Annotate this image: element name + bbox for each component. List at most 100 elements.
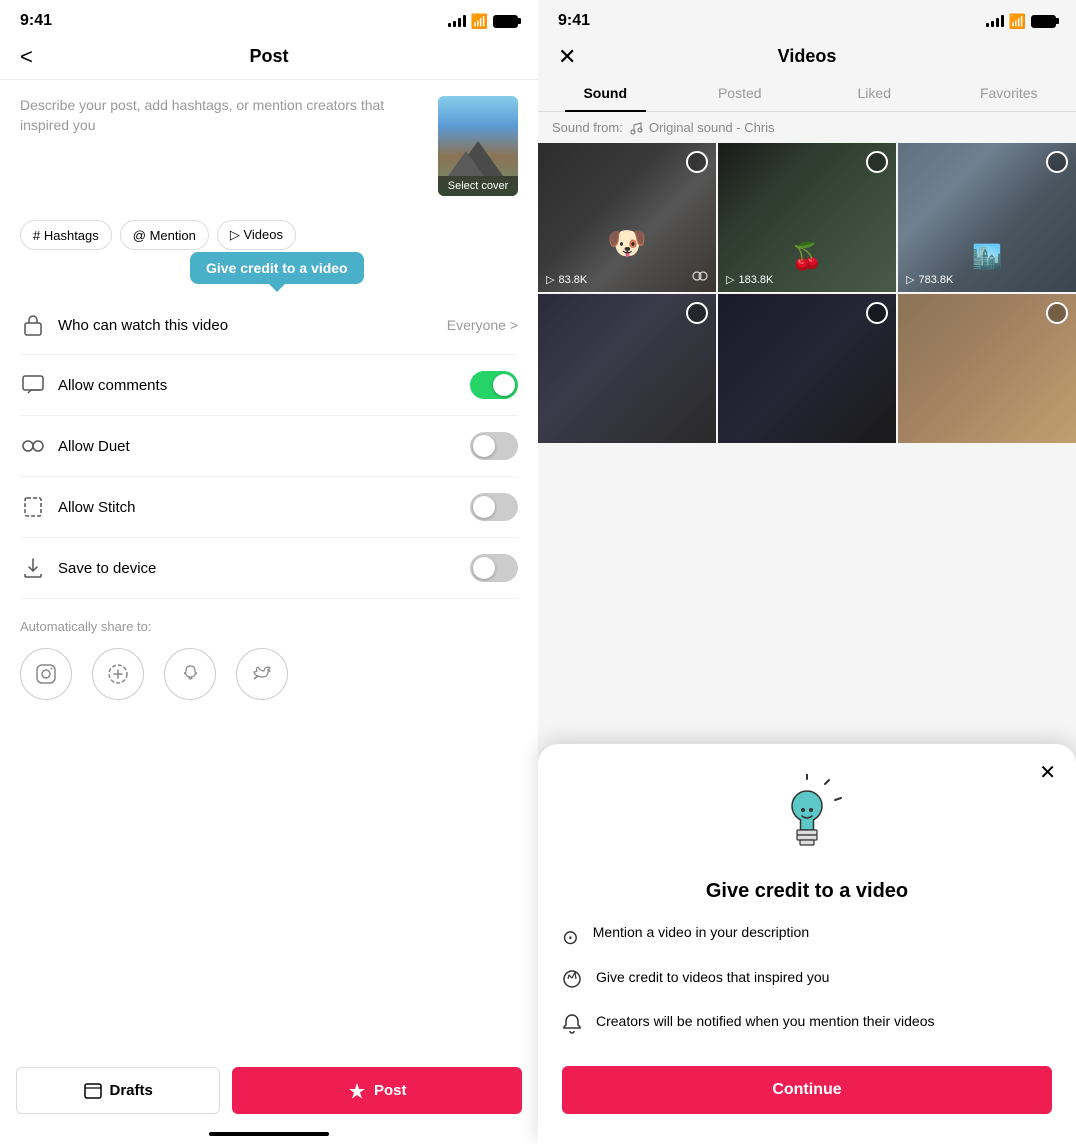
signal-icon-right [986,15,1004,27]
comment-icon [20,372,46,398]
video-cell-4[interactable] [538,294,716,443]
video-select-5[interactable] [866,302,888,324]
status-bar-right: 9:41 📶 [538,0,1076,38]
right-panel: 9:41 📶 ✕ Videos Sound Posted Liked Favor… [538,0,1076,1144]
modal-list-item-3: Creators will be notified when you menti… [562,1012,1052,1042]
modal-list-text-3: Creators will be notified when you menti… [596,1012,935,1032]
share-section: Automatically share to: [0,599,538,710]
video-select-2[interactable] [866,151,888,173]
settings-list: Who can watch this video Everyone > Allo… [0,296,538,599]
credit-icon [562,969,582,996]
twitter-share-button[interactable] [236,648,288,700]
video-stats-2: ▷183.8K [726,273,773,286]
allow-stitch-row: Allow Stitch [20,477,518,538]
status-icons-right: 📶 [986,13,1056,30]
music-note-icon [629,121,643,135]
status-bar-left: 9:41 📶 [0,0,538,38]
who-can-watch-value: Everyone > [447,317,518,333]
videos-button[interactable]: ▷ Videos [217,220,296,250]
video-select-6[interactable] [1046,302,1068,324]
video-cell-3[interactable]: 🏙️ ▷783.8K [898,143,1076,292]
mountain2-icon [448,151,484,176]
video-cell-5[interactable] [718,294,896,443]
share-label: Automatically share to: [20,619,518,634]
tabs-bar: Sound Posted Liked Favorites [538,67,1076,112]
hashtags-button[interactable]: # Hashtags [20,220,112,250]
modal-list-text-2: Give credit to videos that inspired you [596,968,829,988]
allow-comments-toggle[interactable] [470,371,518,399]
sound-from-label: Sound from: [552,120,623,135]
page-title-right: Videos [778,46,837,67]
video-cell-6[interactable] [898,294,1076,443]
who-can-watch-row[interactable]: Who can watch this video Everyone > [20,296,518,355]
credit-modal: ✕ Give credit to a video [538,744,1076,1144]
bottom-buttons: Drafts Post [0,1067,538,1114]
mention-button[interactable]: @ Mention [120,220,209,250]
back-button[interactable]: < [20,44,33,70]
dog-figure: 🐶 [607,224,647,262]
tab-sound[interactable]: Sound [538,75,673,111]
modal-icon-area [562,774,1052,864]
download-icon [20,555,46,581]
save-to-device-row: Save to device [20,538,518,599]
modal-title: Give credit to a video [562,880,1052,903]
modal-close-button[interactable]: ✕ [1039,760,1056,785]
modal-list-item-2: Give credit to videos that inspired you [562,968,1052,996]
video-select-3[interactable] [1046,151,1068,173]
modal-list-item-1: ⊙ Mention a video in your description [562,923,1052,952]
share-icons-row [20,648,518,700]
allow-stitch-label: Allow Stitch [58,499,458,516]
video-grid: 🐶 ▷83.8K 🍒 ▷183.8K 🏙️ [538,143,1076,443]
close-button[interactable]: ✕ [558,44,576,70]
plus-share-button[interactable] [92,648,144,700]
tab-posted[interactable]: Posted [673,75,808,111]
allow-duet-row: Allow Duet [20,416,518,477]
video-cell-1[interactable]: 🐶 ▷83.8K [538,143,716,292]
at-icon: ⊙ [562,924,579,952]
allow-stitch-toggle[interactable] [470,493,518,521]
snapchat-share-button[interactable] [164,648,216,700]
who-can-watch-label: Who can watch this video [58,317,435,334]
video-stats-1: ▷83.8K [546,273,587,286]
collab-icon-1 [692,269,708,286]
save-to-device-label: Save to device [58,560,458,577]
city-road: 🏙️ [972,243,1002,272]
video-cell-2[interactable]: 🍒 ▷183.8K [718,143,896,292]
tab-liked[interactable]: Liked [807,75,942,111]
tab-favorites[interactable]: Favorites [942,75,1076,111]
continue-button[interactable]: Continue [562,1066,1052,1114]
drafts-button[interactable]: Drafts [16,1067,220,1114]
page-title-left: Post [249,46,288,67]
cover-thumbnail[interactable]: Select cover [438,96,518,196]
modal-list-text-1: Mention a video in your description [593,923,809,943]
header-bar-left: < Post [0,38,538,80]
save-to-device-toggle[interactable] [470,554,518,582]
time-left: 9:41 [20,12,52,30]
sound-name: Original sound - Chris [649,120,775,135]
allow-comments-label: Allow comments [58,377,458,394]
battery-icon-right [1031,15,1056,28]
video-stats-3: ▷783.8K [906,273,953,286]
duet-icon [20,433,46,459]
stitch-icon [20,494,46,520]
home-indicator-left [209,1132,329,1136]
video-select-4[interactable] [686,302,708,324]
battery-icon [493,15,518,28]
allow-duet-label: Allow Duet [58,438,458,455]
berry-bowl: 🍒 [791,241,823,272]
wifi-icon: 📶 [471,13,488,30]
wifi-icon-right: 📶 [1009,13,1026,30]
post-button[interactable]: Post [232,1067,522,1114]
tooltip-bubble: Give credit to a video [190,252,364,284]
instagram-share-button[interactable] [20,648,72,700]
cover-label: Select cover [438,176,518,196]
lightbulb-icon [767,774,847,864]
left-panel: 9:41 📶 < Post Describe your post, add ha… [0,0,538,1144]
lock-icon [20,312,46,338]
allow-duet-toggle[interactable] [470,432,518,460]
time-right: 9:41 [558,12,590,30]
description-placeholder[interactable]: Describe your post, add hashtags, or men… [20,96,426,135]
description-area: Describe your post, add hashtags, or men… [0,80,538,212]
sound-from-bar: Sound from: Original sound - Chris [538,112,1076,143]
video-select-1[interactable] [686,151,708,173]
